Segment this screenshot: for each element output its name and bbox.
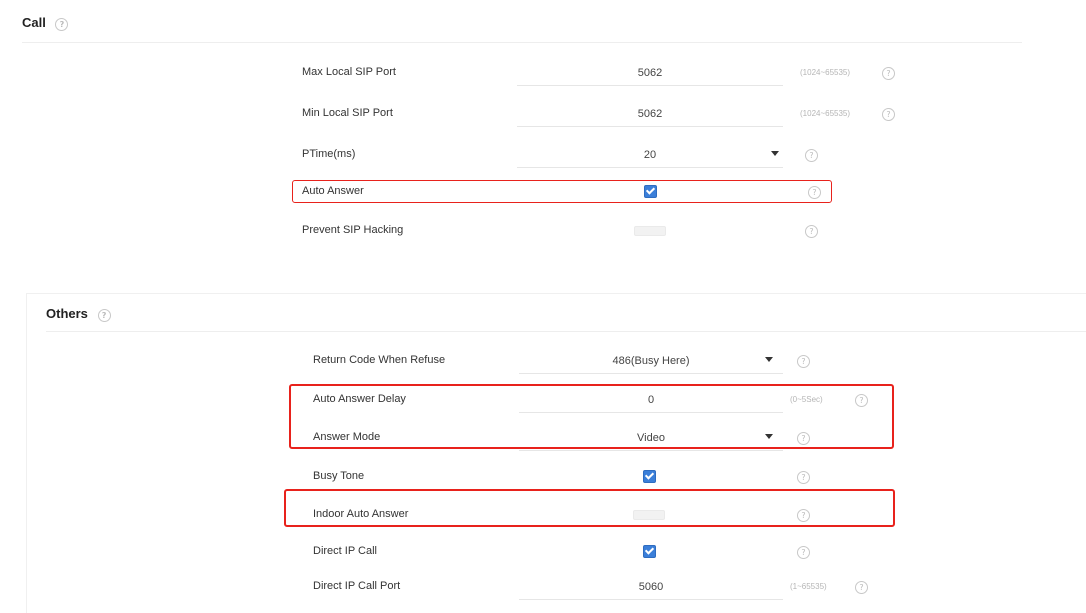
highlight-box <box>289 384 894 449</box>
call-section-title: Call ? <box>22 15 69 31</box>
selected-value: 20 <box>643 149 657 161</box>
busy-tone-checkbox[interactable] <box>643 470 656 483</box>
return-code-select[interactable]: 486(Busy Here) <box>519 349 783 374</box>
divider <box>22 42 1022 43</box>
field-label: PTime(ms) <box>302 148 356 160</box>
range-hint: (1024~65535) <box>800 68 851 77</box>
field-label: Max Local SIP Port <box>302 66 396 78</box>
help-icon[interactable]: ? <box>55 18 69 31</box>
field-label: Min Local SIP Port <box>302 107 393 119</box>
highlight-box <box>284 489 895 527</box>
direct-ip-call-row: Direct IP Call ? <box>0 537 1086 567</box>
help-icon[interactable]: ? <box>805 149 818 162</box>
min-local-sip-port-input[interactable]: 5062 <box>517 102 783 127</box>
caret-down-icon[interactable] <box>765 357 773 362</box>
prevent-sip-hacking-checkbox[interactable] <box>634 226 666 236</box>
field-label: Direct IP Call <box>313 545 377 557</box>
help-icon[interactable]: ? <box>882 67 895 80</box>
min-local-sip-port-row: Min Local SIP Port 5062 (1024~65535) ? <box>0 99 1086 129</box>
max-local-sip-port-input[interactable]: 5062 <box>517 61 783 86</box>
help-icon[interactable]: ? <box>855 581 868 594</box>
help-icon[interactable]: ? <box>797 546 810 559</box>
field-label: Return Code When Refuse <box>313 354 446 366</box>
max-local-sip-port-row: Max Local SIP Port 5062 (1024~65535) ? <box>0 58 1086 88</box>
help-icon[interactable]: ? <box>797 355 810 368</box>
divider <box>46 331 1086 332</box>
ptime-select[interactable]: 20 <box>517 143 783 168</box>
busy-tone-row: Busy Tone ? <box>0 462 1086 492</box>
range-hint: (1~65535) <box>790 582 827 591</box>
highlight-box <box>292 180 832 203</box>
selected-value: 486(Busy Here) <box>612 355 690 367</box>
ptime-row: PTime(ms) 20 ? <box>0 140 1086 170</box>
help-icon[interactable]: ? <box>797 471 810 484</box>
field-label: Prevent SIP Hacking <box>302 224 404 236</box>
help-icon[interactable]: ? <box>805 225 818 238</box>
direct-ip-call-port-row: Direct IP Call Port 5060 (1~65535) ? <box>0 572 1086 602</box>
prevent-sip-hacking-row: Prevent SIP Hacking ? <box>0 216 1086 246</box>
others-section-title: Others ? <box>46 306 111 322</box>
field-label: Busy Tone <box>313 470 365 482</box>
return-code-row: Return Code When Refuse 486(Busy Here) ? <box>0 346 1086 376</box>
help-icon[interactable]: ? <box>97 309 111 322</box>
range-hint: (1024~65535) <box>800 109 851 118</box>
direct-ip-call-checkbox[interactable] <box>643 545 656 558</box>
direct-ip-call-port-input[interactable]: 5060 <box>519 575 783 600</box>
field-label: Direct IP Call Port <box>313 580 401 592</box>
help-icon[interactable]: ? <box>882 108 895 121</box>
caret-down-icon[interactable] <box>771 151 779 156</box>
